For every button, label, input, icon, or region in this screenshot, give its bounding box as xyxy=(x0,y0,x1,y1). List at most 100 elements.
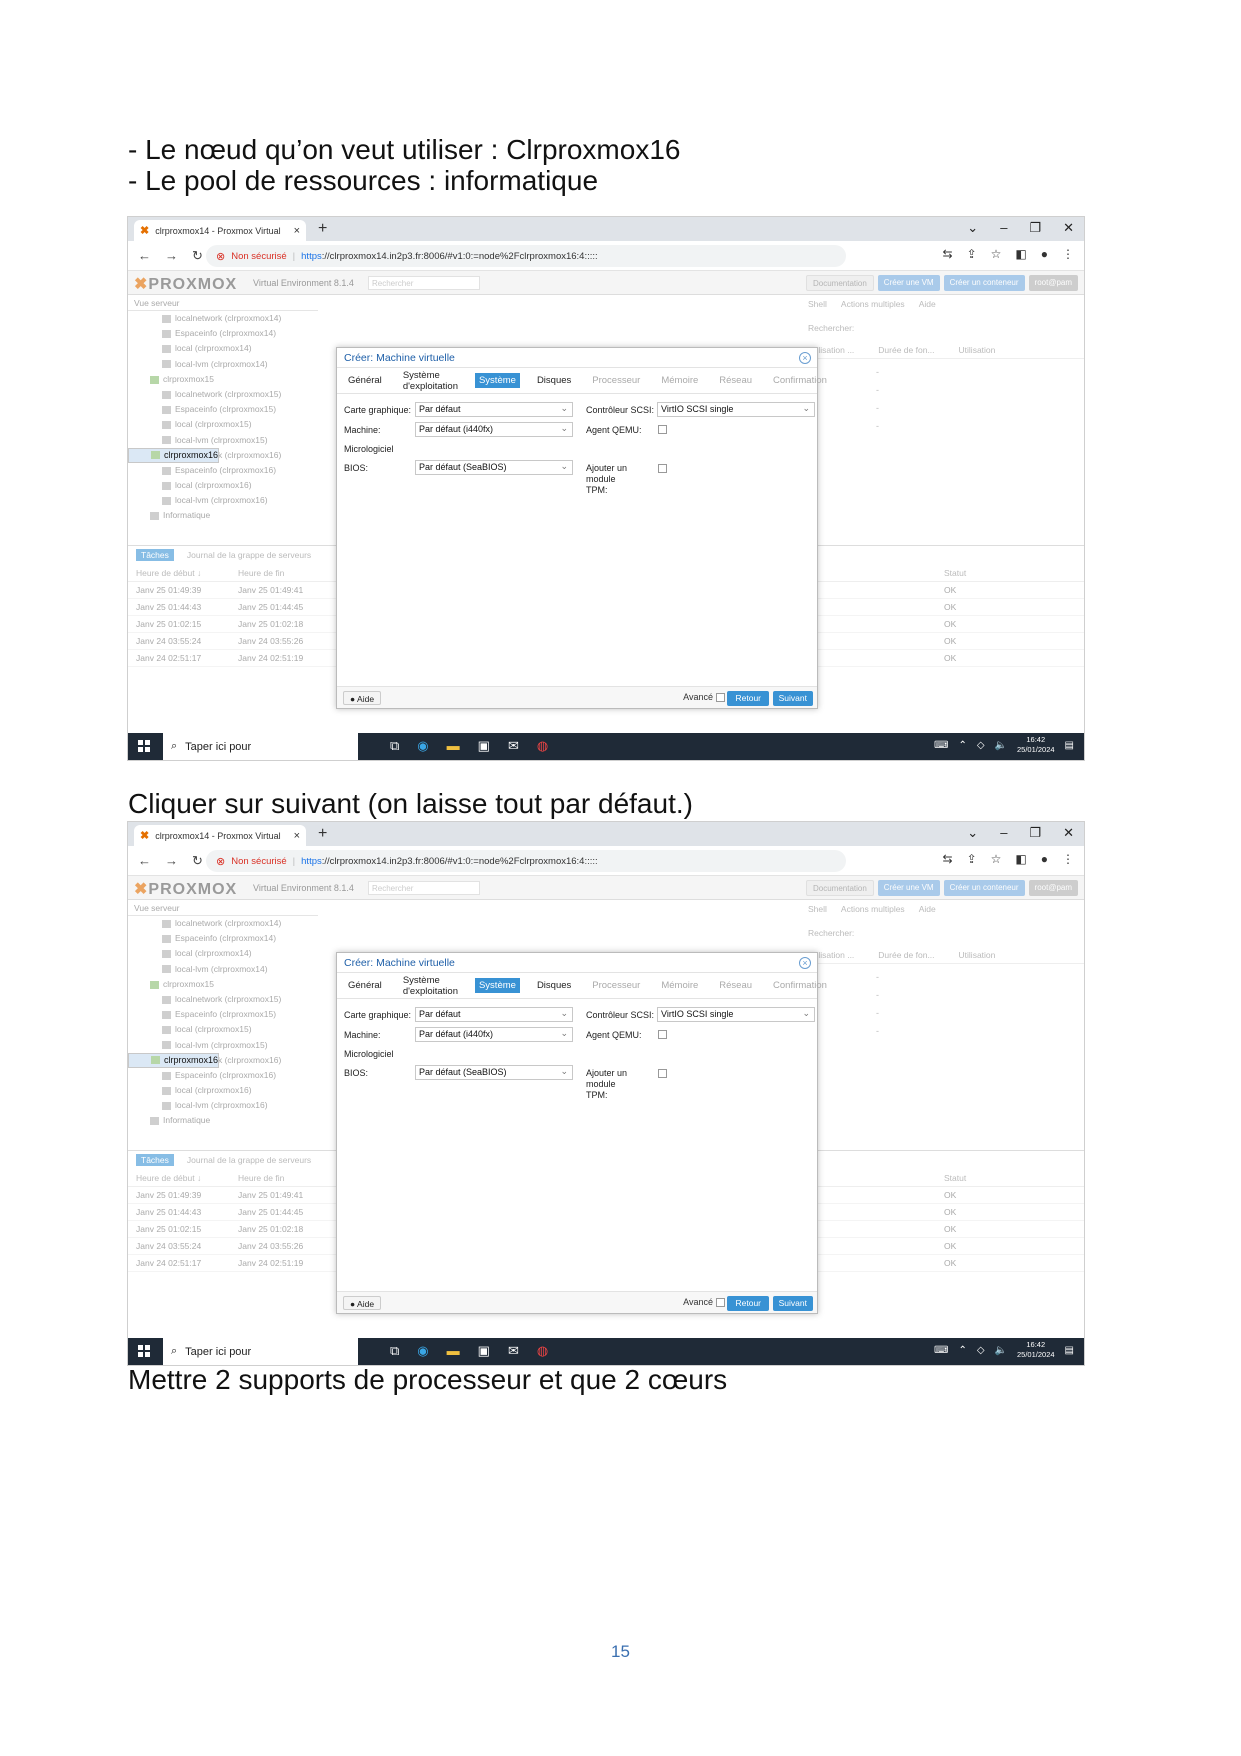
windows-start-icon[interactable] xyxy=(138,740,150,752)
wizard-tab[interactable]: Général xyxy=(344,978,386,993)
close-window-button[interactable]: ✕ xyxy=(1063,825,1074,841)
graphics-select[interactable]: Par défaut ⌄ xyxy=(415,402,573,417)
documentation-button[interactable]: Documentation xyxy=(805,275,874,291)
tree-item[interactable]: clrproxmox15 xyxy=(128,372,318,387)
file-explorer-icon[interactable]: ▬ xyxy=(447,1343,460,1359)
wizard-tab[interactable]: Réseau xyxy=(715,373,756,388)
qemu-agent-checkbox[interactable] xyxy=(658,425,667,434)
tab-cluster-log[interactable]: Journal de la grappe de serveurs xyxy=(182,1154,316,1166)
share-icon[interactable]: ⇪ xyxy=(967,247,977,261)
tree-item[interactable]: local-lvm (clrproxmox15) xyxy=(128,433,318,448)
column-end-time[interactable]: Heure de fin xyxy=(238,568,338,578)
maximize-button[interactable]: ❐ xyxy=(1029,825,1041,841)
sidepanel-icon[interactable]: ◧ xyxy=(1015,852,1026,866)
windows-start-icon[interactable] xyxy=(138,1345,150,1357)
edge-icon[interactable]: ◉ xyxy=(417,1343,428,1359)
shell-button[interactable]: Shell xyxy=(808,299,827,309)
column-start-time[interactable]: Heure de début ↓ xyxy=(136,1173,238,1183)
search-input[interactable]: Rechercher xyxy=(368,881,480,895)
mail-icon[interactable]: ✉ xyxy=(508,738,519,754)
network-icon[interactable]: ◇ xyxy=(977,1345,985,1356)
translate-icon[interactable]: ⇆ xyxy=(943,247,953,261)
tree-view-selector[interactable]: Vue serveur xyxy=(128,900,318,916)
tpm-checkbox[interactable] xyxy=(658,464,667,473)
tree-item[interactable]: local-lvm (clrproxmox14) xyxy=(128,962,318,977)
browser-tab[interactable]: ✖ clrproxmox14 - Proxmox Virtual × xyxy=(134,220,306,241)
wizard-tab[interactable]: Général xyxy=(344,373,386,388)
edge-icon[interactable]: ◉ xyxy=(417,738,428,754)
back-arrow-icon[interactable]: ← xyxy=(138,853,151,869)
user-menu-button[interactable]: root@pam xyxy=(1028,275,1078,291)
chevron-up-icon[interactable]: ⌃ xyxy=(958,1345,966,1356)
chevron-down-icon[interactable]: ⌄ xyxy=(967,825,978,841)
tree-item[interactable]: local (clrproxmox15) xyxy=(128,1022,318,1037)
column-status[interactable]: Statut xyxy=(944,568,1084,578)
wizard-tab[interactable]: Système xyxy=(474,978,520,993)
search-input[interactable]: Rechercher xyxy=(368,276,480,290)
maximize-button[interactable]: ❐ xyxy=(1029,220,1041,236)
next-button[interactable]: Suivant xyxy=(772,1296,813,1311)
wizard-tab[interactable]: Confirmation xyxy=(769,978,831,993)
close-icon[interactable]: × xyxy=(799,957,811,969)
advanced-toggle[interactable]: Avancé xyxy=(683,1297,725,1308)
translate-icon[interactable]: ⇆ xyxy=(943,852,953,866)
task-view-icon[interactable]: ⧉ xyxy=(390,1343,399,1359)
tpm-checkbox[interactable] xyxy=(658,1069,667,1078)
create-ct-button[interactable]: Créer un conteneur xyxy=(943,880,1025,896)
wizard-tab[interactable]: Système d'exploitation xyxy=(399,368,462,394)
menu-icon[interactable]: ⋮ xyxy=(1062,852,1074,866)
file-explorer-icon[interactable]: ▬ xyxy=(447,738,460,754)
tree-view-selector[interactable]: Vue serveur xyxy=(128,295,318,311)
url-field[interactable]: ⊗ Non sécurisé | https://clrproxmox14.in… xyxy=(206,245,846,267)
column-end-time[interactable]: Heure de fin xyxy=(238,1173,338,1183)
tab-tasks[interactable]: Tâches xyxy=(136,1154,174,1166)
taskbar-search[interactable]: ⌕ Taper ici pour xyxy=(163,1338,358,1365)
scsi-select[interactable]: VirtIO SCSI single ⌄ xyxy=(657,1007,815,1022)
tree-item[interactable]: Espaceinfo (clrproxmox15) xyxy=(128,402,318,417)
tree-item[interactable]: localnetwork (clrproxmox14) xyxy=(128,311,318,326)
profile-icon[interactable]: ● xyxy=(1041,247,1048,261)
notification-icon[interactable]: ▤ xyxy=(1065,740,1074,751)
chrome-icon[interactable]: ◍ xyxy=(537,1343,548,1359)
tab-cluster-log[interactable]: Journal de la grappe de serveurs xyxy=(182,549,316,561)
back-button[interactable]: Retour xyxy=(727,1296,769,1311)
task-view-icon[interactable]: ⧉ xyxy=(390,738,399,754)
user-menu-button[interactable]: root@pam xyxy=(1028,880,1078,896)
store-icon[interactable]: ▣ xyxy=(478,1343,490,1359)
browser-tab[interactable]: ✖ clrproxmox14 - Proxmox Virtual × xyxy=(134,825,306,846)
chevron-down-icon[interactable]: ⌄ xyxy=(967,220,978,236)
tree-item[interactable]: Informatique xyxy=(128,1113,318,1128)
tree-item[interactable]: localnetwork (clrproxmox15) xyxy=(128,387,318,402)
next-button[interactable]: Suivant xyxy=(772,691,813,706)
tree-item[interactable]: clrproxmox15 xyxy=(128,977,318,992)
tree-item[interactable]: Espaceinfo (clrproxmox15) xyxy=(128,1007,318,1022)
forward-arrow-icon[interactable]: → xyxy=(165,248,178,264)
tree-item[interactable]: local (clrproxmox14) xyxy=(128,946,318,961)
tree-item[interactable]: localnetwork (clrproxmox14) xyxy=(128,916,318,931)
network-icon[interactable]: ◇ xyxy=(977,740,985,751)
tree-item[interactable]: local (clrproxmox14) xyxy=(128,341,318,356)
forward-arrow-icon[interactable]: → xyxy=(165,853,178,869)
tree-item[interactable]: clrproxmox16 xyxy=(128,447,220,463)
tree-item[interactable]: localnetwork (clrproxmox15) xyxy=(128,992,318,1007)
new-tab-button[interactable]: + xyxy=(318,825,327,843)
tree-item[interactable]: local (clrproxmox16) xyxy=(128,478,318,493)
column-uptime[interactable]: Durée de fon... xyxy=(878,950,934,963)
scsi-select[interactable]: VirtIO SCSI single ⌄ xyxy=(657,402,815,417)
tree-item[interactable]: Espaceinfo (clrproxmox16) xyxy=(128,463,318,478)
keyboard-icon[interactable]: ⌨ xyxy=(934,740,948,751)
help-button[interactable]: ● Aide xyxy=(343,691,382,705)
back-arrow-icon[interactable]: ← xyxy=(138,248,151,264)
minimize-button[interactable]: – xyxy=(1000,220,1007,236)
sidepanel-icon[interactable]: ◧ xyxy=(1015,247,1026,261)
close-window-button[interactable]: ✕ xyxy=(1063,220,1074,236)
create-vm-button[interactable]: Créer une VM xyxy=(877,275,940,291)
column-uptime[interactable]: Durée de fon... xyxy=(878,345,934,358)
wizard-tab[interactable]: Processeur xyxy=(588,978,644,993)
wizard-tab[interactable]: Confirmation xyxy=(769,373,831,388)
shell-button[interactable]: Shell xyxy=(808,904,827,914)
create-vm-button[interactable]: Créer une VM xyxy=(877,880,940,896)
clock[interactable]: 16:42 25/01/2024 xyxy=(1017,735,1055,755)
minimize-button[interactable]: – xyxy=(1000,825,1007,841)
tree-item[interactable]: Espaceinfo (clrproxmox14) xyxy=(128,931,318,946)
